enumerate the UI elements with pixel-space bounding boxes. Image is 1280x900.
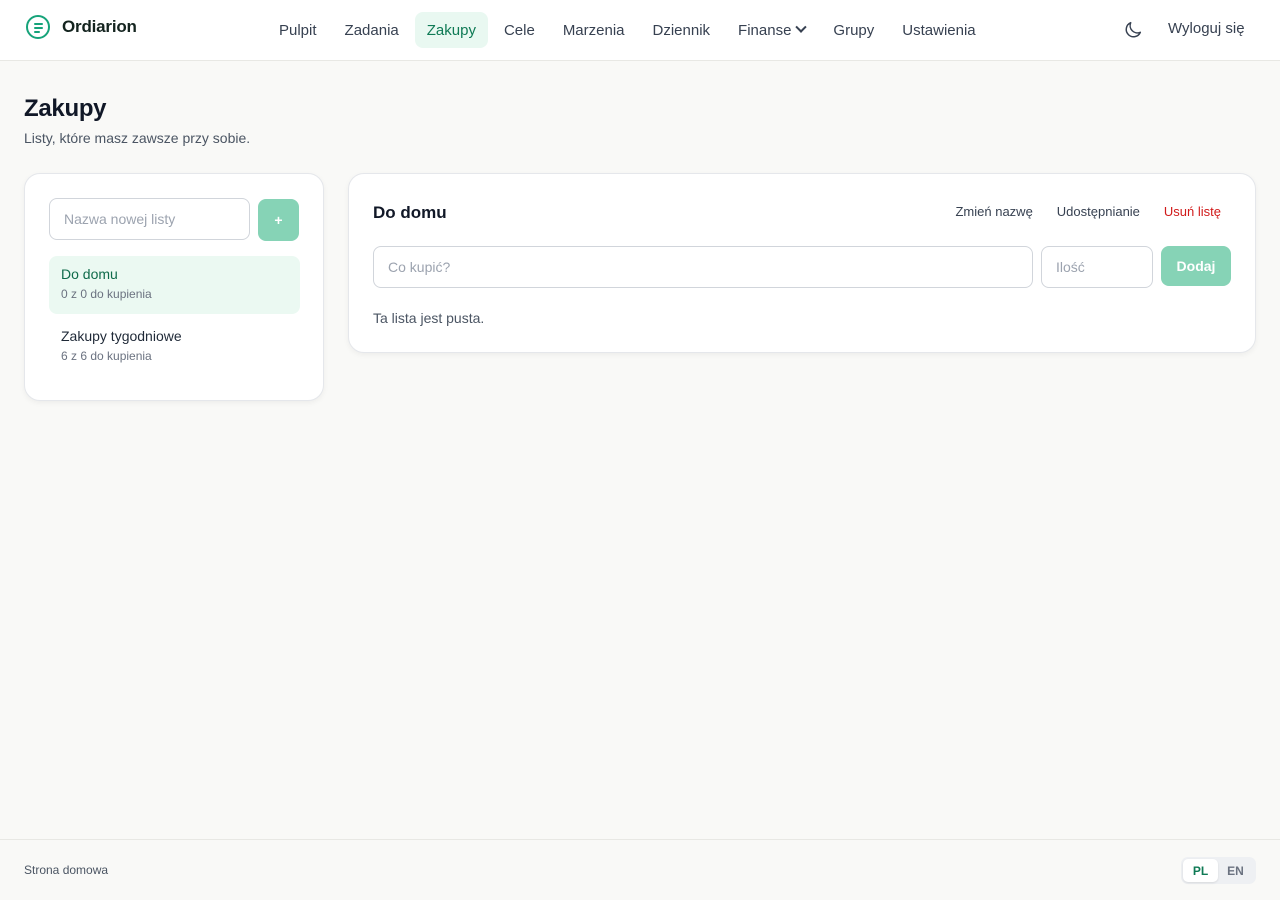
nav-item-label: Cele — [503, 21, 535, 39]
nav-item-dziennik[interactable]: Dziennik — [641, 12, 723, 48]
nav-item-cele[interactable]: Cele — [492, 12, 547, 48]
item-quantity-input[interactable] — [1041, 246, 1153, 288]
list-actions: Zmień nazwę Udostępnianie Usuń listę — [955, 204, 1221, 219]
add-list-button[interactable]: + — [258, 199, 299, 241]
nav-item-label: Pulpit — [279, 21, 317, 39]
new-list-name-input[interactable] — [49, 198, 250, 240]
chevron-down-icon — [795, 21, 808, 33]
list-detail-panel: Do domu Zmień nazwę Udostępnianie Usuń l… — [348, 173, 1256, 353]
nav-item-grupy[interactable]: Grupy — [821, 12, 886, 48]
nav-item-label: Grupy — [833, 21, 875, 39]
delete-list-button[interactable]: Usuń listę — [1164, 204, 1221, 219]
language-pl-button[interactable]: PL — [1183, 859, 1218, 882]
footer: Strona domowa PL EN — [0, 839, 1280, 900]
page-title: Zakupy — [24, 95, 107, 122]
list-name: Do domu — [61, 266, 118, 282]
app-name: Ordiarion — [62, 17, 137, 36]
main-nav: Pulpit Zadania Zakupy Cele Marzenia Dzie… — [267, 12, 988, 48]
nav-item-label: Zakupy — [426, 21, 476, 39]
moon-icon — [1125, 21, 1142, 38]
logout-button[interactable]: Wyloguj się — [1168, 20, 1245, 37]
nav-item-finanse-dropdown[interactable]: Finanse — [726, 12, 817, 48]
brand[interactable]: Ordiarion — [26, 15, 137, 39]
language-en-button[interactable]: EN — [1218, 859, 1253, 882]
add-item-button[interactable]: Dodaj — [1161, 246, 1231, 286]
nav-item-ustawienia[interactable]: Ustawienia — [890, 12, 987, 48]
nav-item-label: Ustawienia — [902, 21, 976, 39]
list-title: Do domu — [373, 203, 447, 222]
language-switcher: PL EN — [1181, 857, 1256, 884]
nav-item-label: Zadania — [344, 21, 399, 39]
empty-list-message: Ta lista jest pusta. — [373, 310, 485, 326]
nav-item-label: Finanse — [738, 21, 792, 39]
home-page-link[interactable]: Strona domowa — [24, 863, 108, 877]
rename-list-button[interactable]: Zmień nazwę — [955, 204, 1032, 219]
nav-item-zadania[interactable]: Zadania — [333, 12, 411, 48]
shopping-lists-panel: + Do domu 0 z 0 do kupienia Zakupy tygod… — [24, 173, 324, 401]
list-item-zakupy-tygodniowe[interactable]: Zakupy tygodniowe 6 z 6 do kupienia — [49, 318, 300, 376]
list-count: 6 z 6 do kupienia — [61, 349, 152, 363]
nav-item-pulpit[interactable]: Pulpit — [267, 12, 329, 48]
list-item-do-domu[interactable]: Do domu 0 z 0 do kupienia — [49, 256, 300, 314]
share-list-button[interactable]: Udostępnianie — [1057, 204, 1140, 219]
nav-item-label: Dziennik — [652, 21, 711, 39]
list-count: 0 z 0 do kupienia — [61, 287, 152, 301]
nav-item-marzenia[interactable]: Marzenia — [551, 12, 637, 48]
nav-item-zakupy[interactable]: Zakupy — [414, 12, 488, 48]
top-navigation-bar: Ordiarion Pulpit Zadania Zakupy Cele Mar… — [0, 0, 1280, 61]
app-logo-icon — [26, 15, 50, 39]
item-name-input[interactable] — [373, 246, 1033, 288]
list-name: Zakupy tygodniowe — [61, 328, 182, 344]
nav-item-label: Marzenia — [562, 21, 625, 39]
theme-toggle-button[interactable] — [1122, 19, 1144, 41]
page-subtitle: Listy, które masz zawsze przy sobie. — [24, 130, 251, 146]
